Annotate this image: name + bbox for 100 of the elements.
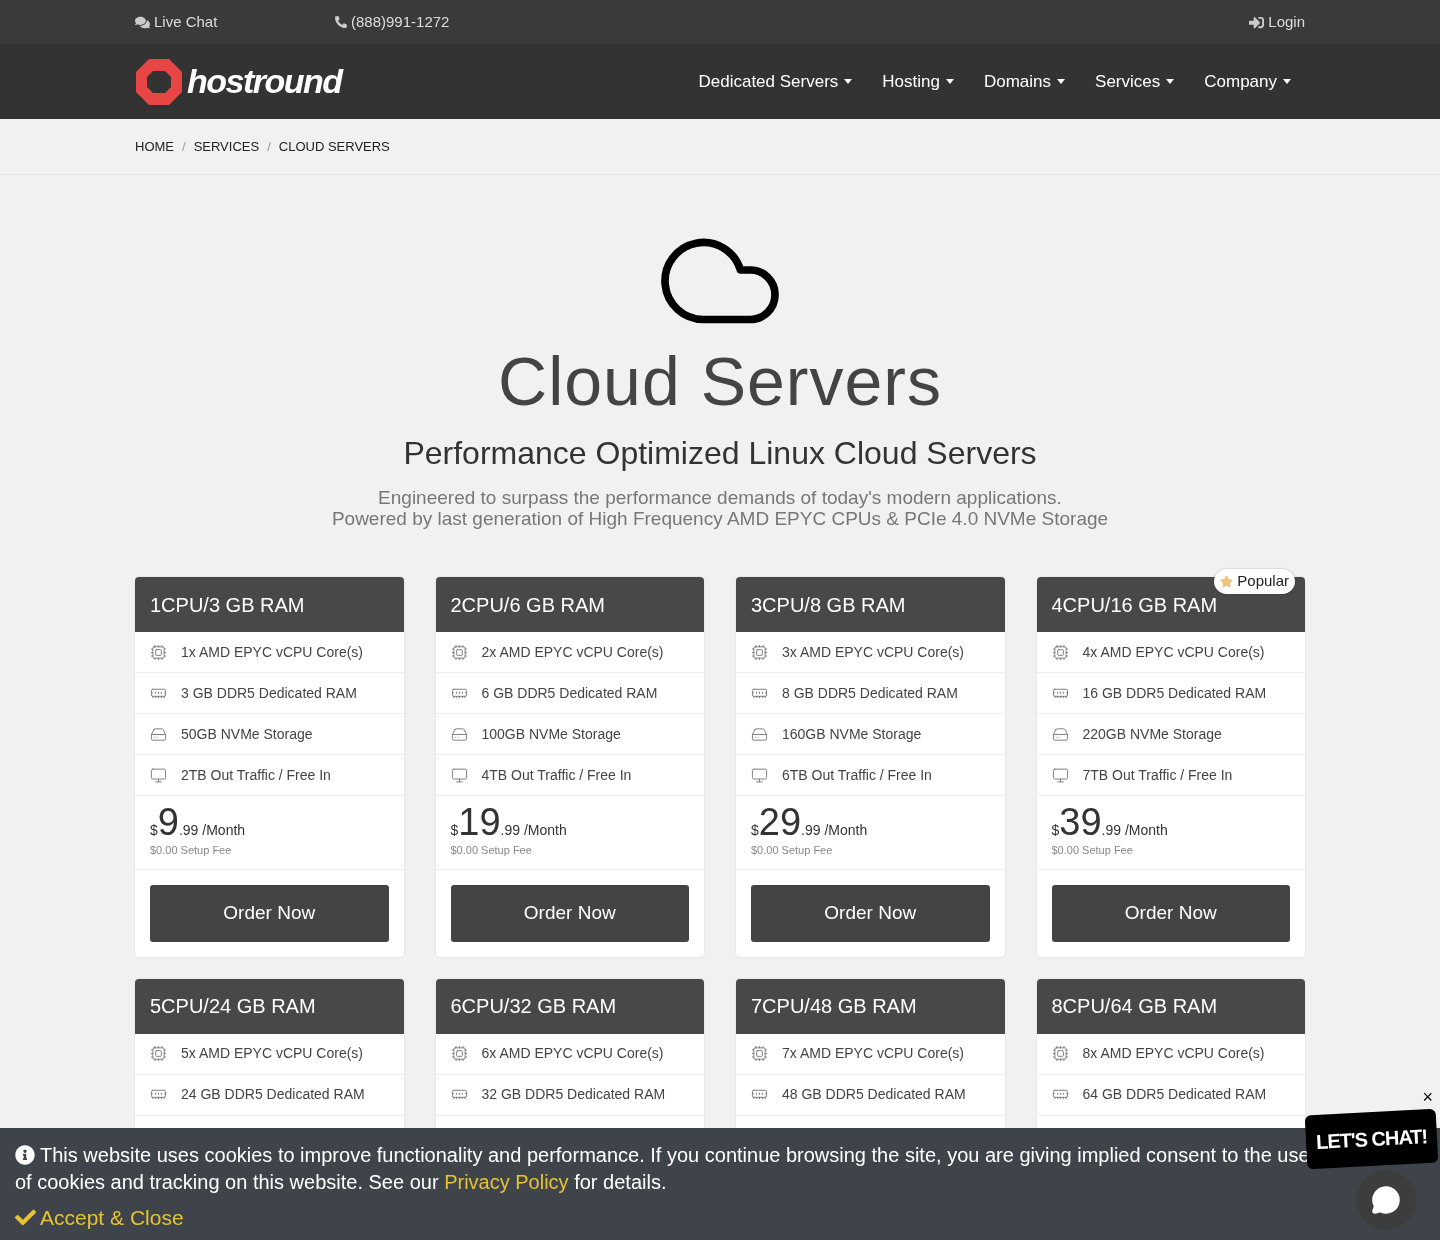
logo[interactable]: hostround — [135, 56, 342, 107]
price-period: .99 /Month — [178, 821, 246, 840]
plan-feature: 4x AMD EPYC vCPU Core(s) — [1082, 642, 1265, 662]
phone-link[interactable]: (888)991-1272 — [335, 10, 450, 34]
page-title: Cloud Servers — [498, 347, 942, 415]
plan-feature: 2x AMD EPYC vCPU Core(s) — [481, 642, 664, 662]
plan-feature: 2TB Out Traffic / Free In — [181, 765, 331, 785]
plan-feature: 64 GB DDR5 Dedicated RAM — [1082, 1085, 1267, 1104]
plan-feature: 32 GB DDR5 Dedicated RAM — [481, 1085, 666, 1104]
caret-icon — [1166, 79, 1175, 84]
plan-feature: 50GB NVMe Storage — [181, 724, 313, 744]
plan-title: 5CPU/24 GB RAM — [150, 994, 316, 1019]
plan-feature: 8 GB DDR5 Dedicated RAM — [782, 683, 958, 703]
order-now-button[interactable]: Order Now — [150, 884, 389, 942]
plan-title: 3CPU/8 GB RAM — [751, 592, 906, 618]
hero-description: Engineered to surpass the performance demands of today's modern applications. — [378, 487, 1062, 508]
price-period: .99 /Month — [801, 821, 868, 840]
price-amount: 9 — [157, 802, 179, 842]
plan-title: 6CPU/32 GB RAM — [450, 994, 617, 1019]
plan-feature: 6x AMD EPYC vCPU Core(s) — [481, 1044, 664, 1063]
plan-title: 8CPU/64 GB RAM — [1051, 994, 1218, 1019]
price-period: .99 /Month — [1101, 822, 1168, 840]
info-icon — [15, 1144, 35, 1165]
setup-fee: $0.00 Setup Fee — [1051, 843, 1134, 858]
monitor-icon — [150, 766, 167, 784]
login-link[interactable]: Login — [1249, 10, 1305, 34]
breadcrumb-separator: / — [182, 137, 186, 156]
hero-description: Powered by last generation of High Frequency AMD EPYC CPUs & PCIe 4.0 NVMe Storage — [331, 508, 1109, 529]
nav-menu-item[interactable]: Dedicated Servers — [698, 68, 853, 95]
plan-feature: 7TB Out Traffic / Free In — [1082, 765, 1233, 785]
privacy-policy-link[interactable]: Privacy Policy — [444, 1171, 569, 1193]
chip-icon — [450, 643, 468, 661]
drive-icon — [751, 725, 768, 743]
plan-feature: 5x AMD EPYC vCPU Core(s) — [181, 1044, 364, 1063]
nav-menu-item[interactable]: Hosting — [882, 68, 954, 95]
popular-badge: Popular — [1214, 569, 1295, 594]
price-currency: $ — [1051, 822, 1060, 840]
monitor-icon — [450, 766, 468, 784]
nav-menu-item[interactable]: Company — [1204, 68, 1291, 95]
setup-fee: $0.00 Setup Fee — [751, 843, 834, 858]
plan-feature: 3 GB DDR5 Dedicated RAM — [181, 683, 357, 703]
phone-icon — [335, 16, 347, 28]
chip-icon — [751, 1045, 768, 1062]
chip-icon — [150, 1045, 167, 1062]
price-currency: $ — [450, 822, 459, 840]
price-amount: 39 — [1059, 802, 1102, 842]
plan-feature: 48 GB DDR5 Dedicated RAM — [782, 1085, 966, 1104]
plan-feature: 8x AMD EPYC vCPU Core(s) — [1082, 1044, 1265, 1063]
plan-feature: 4TB Out Traffic / Free In — [481, 765, 632, 785]
breadcrumb-link[interactable]: HOME — [135, 136, 174, 157]
drive-icon — [450, 725, 468, 743]
drive-icon — [150, 725, 167, 743]
nav-menu-item[interactable]: Services — [1095, 68, 1175, 95]
logo-text: hostround — [187, 61, 342, 102]
chip-icon — [751, 643, 768, 661]
plan-feature: 3x AMD EPYC vCPU Core(s) — [782, 642, 965, 662]
monitor-icon — [1051, 766, 1069, 784]
setup-fee: $0.00 Setup Fee — [450, 843, 533, 858]
monitor-icon — [751, 766, 768, 784]
plan-feature: 6 GB DDR5 Dedicated RAM — [481, 683, 658, 703]
plan-title: 4CPU/16 GB RAM — [1051, 592, 1218, 618]
order-now-button[interactable]: Order Now — [751, 884, 990, 942]
price-currency: $ — [150, 822, 158, 840]
plan-feature: 7x AMD EPYC vCPU Core(s) — [782, 1044, 965, 1063]
accept-close-button[interactable]: Accept & Close — [15, 1202, 184, 1234]
chip-icon — [1051, 1045, 1069, 1062]
price-currency: $ — [751, 822, 759, 840]
live-chat-link[interactable]: Live Chat — [135, 10, 335, 34]
order-now-button[interactable]: Order Now — [1051, 884, 1290, 942]
chip-icon — [150, 643, 167, 661]
plan-title: 7CPU/48 GB RAM — [751, 994, 917, 1019]
caret-icon — [844, 79, 853, 84]
star-icon — [1220, 574, 1234, 588]
breadcrumb-link[interactable]: CLOUD SERVERS — [278, 136, 390, 157]
sign-in-icon — [1249, 14, 1265, 30]
plan-feature: 100GB NVMe Storage — [481, 724, 621, 744]
plan-title: 2CPU/6 GB RAM — [450, 592, 605, 618]
plan-title: 1CPU/3 GB RAM — [150, 592, 305, 618]
chip-icon — [1051, 643, 1069, 661]
plan-feature: 6TB Out Traffic / Free In — [782, 765, 932, 785]
setup-fee: $0.00 Setup Fee — [150, 843, 233, 858]
plan-feature: 220GB NVMe Storage — [1082, 724, 1222, 744]
logo-mark-icon — [135, 56, 183, 107]
page-subtitle: Performance Optimized Linux Cloud Servers — [403, 434, 1037, 473]
chip-icon — [450, 1045, 468, 1062]
price-amount: 29 — [758, 802, 802, 842]
plan-feature: 24 GB DDR5 Dedicated RAM — [181, 1085, 365, 1104]
caret-icon — [945, 79, 954, 84]
order-now-button[interactable]: Order Now — [450, 884, 689, 942]
chat-bubbles-icon — [135, 14, 150, 30]
plan-feature: 16 GB DDR5 Dedicated RAM — [1082, 683, 1267, 703]
caret-icon — [1057, 79, 1066, 84]
caret-icon — [1283, 79, 1291, 84]
breadcrumb-separator: / — [267, 137, 271, 156]
breadcrumb-link[interactable]: SERVICES — [193, 136, 260, 157]
close-button[interactable]: × — [1422, 1088, 1433, 1106]
chat-bubble-icon — [1371, 1185, 1401, 1215]
price-period: .99 /Month — [500, 822, 567, 840]
nav-menu-item[interactable]: Domains — [983, 68, 1066, 95]
plan-feature: 160GB NVMe Storage — [782, 724, 922, 744]
